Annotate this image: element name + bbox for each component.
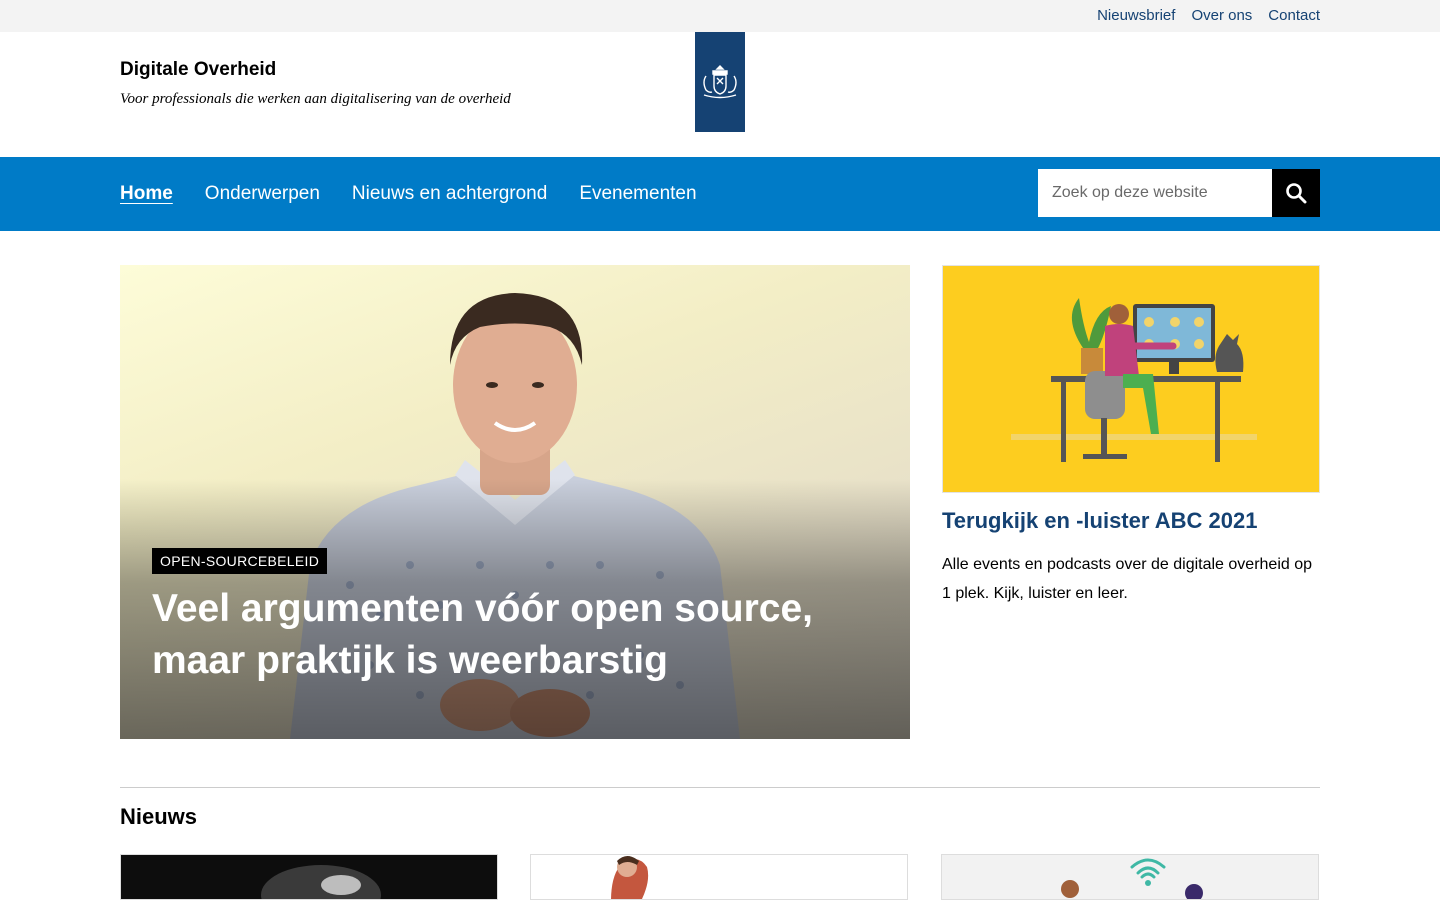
news-card-image: [261, 865, 381, 899]
main-navigation: Home Onderwerpen Nieuws en achtergrond E…: [0, 157, 1440, 231]
nav-item-home[interactable]: Home: [120, 183, 173, 204]
nav-item-onderwerpen[interactable]: Onderwerpen: [205, 183, 320, 204]
utility-bar: Nieuwsbrief Over ons Contact: [0, 0, 1440, 32]
site-tagline: Voor professionals die werken aan digita…: [120, 91, 511, 107]
hero-category-tag: OPEN-SOURCEBELEID: [152, 548, 328, 574]
section-divider: [120, 787, 1320, 788]
news-card[interactable]: [530, 854, 908, 900]
feature-title[interactable]: Terugkijk en -luister ABC 2021: [942, 508, 1257, 534]
news-card[interactable]: [941, 854, 1319, 900]
utility-link-contact[interactable]: Contact: [1268, 7, 1320, 24]
utility-links: Nieuwsbrief Over ons Contact: [1097, 0, 1320, 32]
search-icon: [1286, 183, 1307, 204]
feature-image[interactable]: [942, 265, 1320, 493]
nav-item-evenementen[interactable]: Evenementen: [579, 183, 696, 204]
utility-link-newsletter[interactable]: Nieuwsbrief: [1097, 7, 1175, 24]
search-form: [1038, 169, 1320, 217]
hero-article[interactable]: OPEN-SOURCEBELEID Veel argumenten vóór o…: [120, 265, 910, 739]
feature-description: Alle events en podcasts over de digitale…: [942, 556, 1313, 602]
site-header: Digitale Overheid Voor professionals die…: [0, 32, 1440, 157]
news-card[interactable]: [120, 854, 498, 900]
crest-icon[interactable]: [695, 32, 745, 132]
news-heading: Nieuws: [120, 804, 198, 829]
search-input[interactable]: [1038, 169, 1272, 217]
nav-item-nieuws[interactable]: Nieuws en achtergrond: [352, 183, 547, 204]
video-call-illustration: [1011, 298, 1257, 462]
hero-title: Veel argumenten vóór open source, maar p…: [152, 587, 814, 682]
news-card-image: [611, 856, 649, 899]
search-button[interactable]: [1272, 169, 1320, 217]
utility-link-about[interactable]: Over ons: [1191, 7, 1252, 24]
site-title[interactable]: Digitale Overheid: [120, 59, 276, 81]
news-card-image: [1061, 858, 1203, 899]
